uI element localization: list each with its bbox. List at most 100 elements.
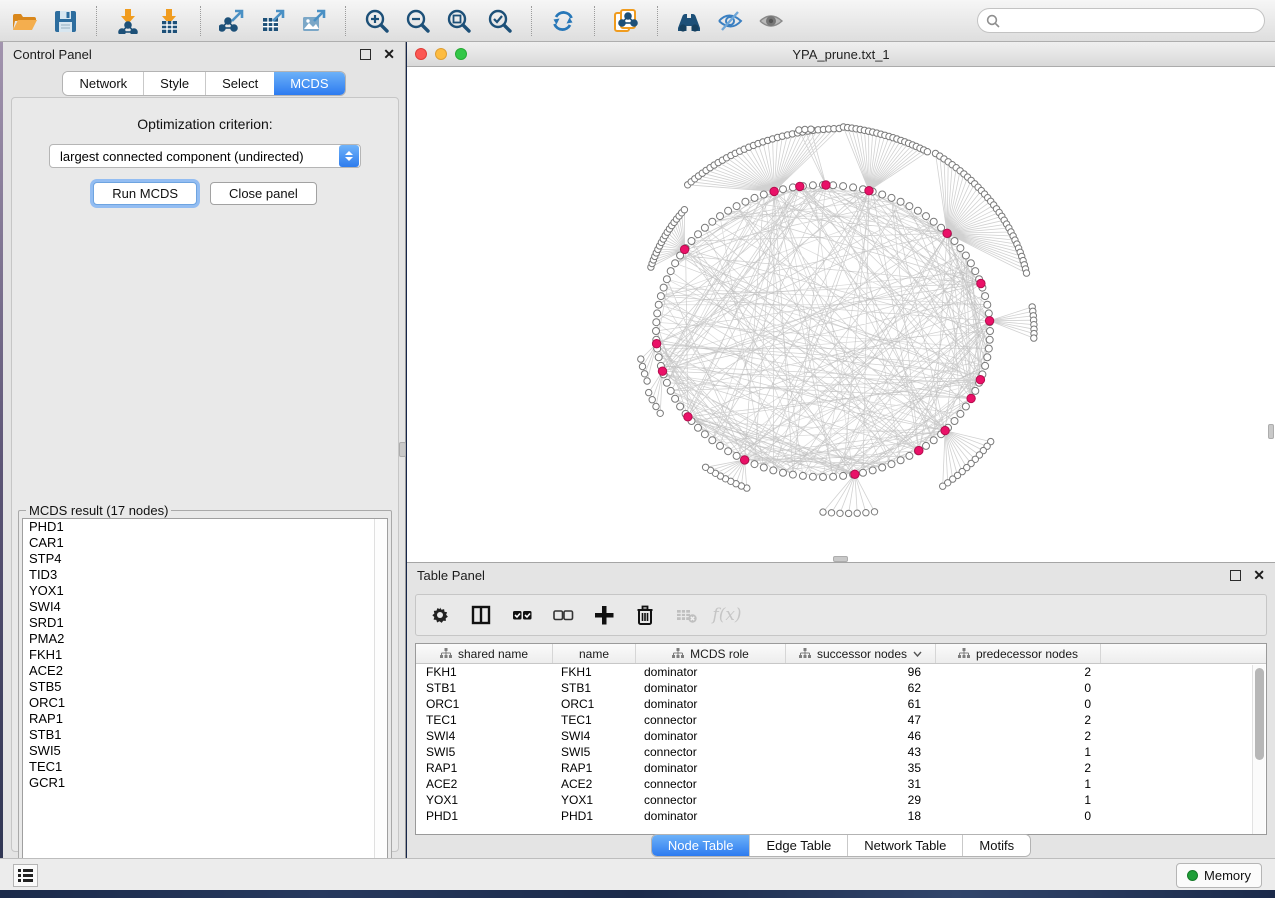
tab-network-table[interactable]: Network Table	[847, 835, 962, 856]
table-row[interactable]: ORC1ORC1dominator610	[416, 696, 1266, 712]
cell-shared_name: ACE2	[416, 776, 553, 792]
cell-filler	[1101, 664, 1266, 680]
mcds-result-item[interactable]: CAR1	[23, 535, 387, 551]
save-session-button[interactable]	[51, 6, 79, 36]
task-history-button[interactable]	[13, 864, 38, 887]
import-table-button[interactable]	[155, 6, 183, 36]
column-header-filler	[1101, 644, 1266, 663]
table-row[interactable]: ACE2ACE2connector311	[416, 776, 1266, 792]
search-box[interactable]	[977, 8, 1265, 33]
tab-edge-table[interactable]: Edge Table	[749, 835, 847, 856]
gear-button[interactable]	[428, 602, 452, 628]
table-row[interactable]: FKH1FKH1dominator962	[416, 664, 1266, 680]
close-panel-button[interactable]: Close panel	[210, 182, 317, 205]
mcds-result-item[interactable]: GCR1	[23, 775, 387, 791]
split-columns-button[interactable]	[469, 602, 493, 628]
mcds-result-item[interactable]: ORC1	[23, 695, 387, 711]
mcds-result-item[interactable]: STB5	[23, 679, 387, 695]
zoom-fit-icon	[446, 8, 472, 34]
control-panel: Control Panel ✕ NetworkStyleSelectMCDS O…	[3, 42, 406, 858]
tab-motifs[interactable]: Motifs	[962, 835, 1030, 856]
vertical-split-grip[interactable]	[399, 442, 406, 457]
delete-trash-button[interactable]	[633, 602, 657, 628]
mcds-result-item[interactable]: SWI5	[23, 743, 387, 759]
export-network-button[interactable]	[218, 6, 246, 36]
table-row[interactable]: STB1STB1dominator620	[416, 680, 1266, 696]
add-column-button[interactable]	[592, 602, 616, 628]
column-header-shared-name[interactable]: shared name	[416, 644, 553, 663]
show-graphics-details-button[interactable]	[757, 6, 785, 36]
tab-network[interactable]: Network	[63, 72, 143, 95]
zoom-selected-button[interactable]	[486, 6, 514, 36]
mcds-result-item[interactable]: RAP1	[23, 711, 387, 727]
import-network-button[interactable]	[114, 6, 142, 36]
search-binoculars-button[interactable]	[675, 6, 703, 36]
deselect-all-checks-button[interactable]	[551, 602, 575, 628]
float-panel-icon[interactable]	[360, 49, 371, 60]
mcds-result-item[interactable]: STP4	[23, 551, 387, 567]
cell-successor_nodes: 31	[786, 776, 936, 792]
right-split-grip[interactable]	[1268, 424, 1274, 439]
mcds-result-item[interactable]: STB1	[23, 727, 387, 743]
tab-select[interactable]: Select	[205, 72, 274, 95]
mcds-result-item[interactable]: TEC1	[23, 759, 387, 775]
mcds-result-item[interactable]: FKH1	[23, 647, 387, 663]
float-table-panel-icon[interactable]	[1230, 570, 1241, 581]
close-panel-icon[interactable]: ✕	[383, 49, 395, 60]
export-image-button[interactable]	[300, 6, 328, 36]
mcds-result-item[interactable]: PMA2	[23, 631, 387, 647]
mcds-result-item[interactable]: PHD1	[23, 519, 387, 535]
table-scrollbar-track[interactable]	[1252, 665, 1265, 834]
search-input[interactable]	[1005, 13, 1256, 28]
cell-successor_nodes: 47	[786, 712, 936, 728]
zoom-fit-button[interactable]	[445, 6, 473, 36]
cell-name: SWI5	[553, 744, 636, 760]
run-mcds-button[interactable]: Run MCDS	[93, 182, 197, 205]
refresh-layout-button[interactable]	[549, 6, 577, 36]
tab-style[interactable]: Style	[143, 72, 205, 95]
cell-filler	[1101, 712, 1266, 728]
cell-filler	[1101, 808, 1266, 824]
tab-mcds[interactable]: MCDS	[274, 72, 344, 95]
cell-successor_nodes: 61	[786, 696, 936, 712]
zoom-in-button[interactable]	[363, 6, 391, 36]
table-scrollbar-thumb[interactable]	[1255, 668, 1264, 760]
mcds-result-item[interactable]: TID3	[23, 567, 387, 583]
tab-node-table[interactable]: Node Table	[652, 835, 750, 856]
network-document-button[interactable]	[612, 6, 640, 36]
table-row[interactable]: SWI5SWI5connector431	[416, 744, 1266, 760]
memory-button[interactable]: Memory	[1176, 863, 1262, 888]
table-row[interactable]: YOX1YOX1connector291	[416, 792, 1266, 808]
dropdown-stepper-icon	[339, 145, 359, 167]
open-file-button[interactable]	[10, 6, 38, 36]
cell-name: ORC1	[553, 696, 636, 712]
table-row[interactable]: PHD1PHD1dominator180	[416, 808, 1266, 824]
hide-graphics-details-button[interactable]	[716, 6, 744, 36]
select-all-checks-button[interactable]	[510, 602, 534, 628]
close-table-panel-icon[interactable]: ✕	[1253, 570, 1265, 581]
table-row[interactable]: TEC1TEC1connector472	[416, 712, 1266, 728]
shared-column-icon	[672, 648, 684, 659]
table-row[interactable]: RAP1RAP1dominator352	[416, 760, 1266, 776]
column-header-successor-nodes[interactable]: successor nodes	[786, 644, 936, 663]
mcds-result-list[interactable]: PHD1CAR1STP4TID3YOX1SWI4SRD1PMA2FKH1ACE2…	[22, 518, 388, 870]
optimization-criterion-dropdown[interactable]: largest connected component (undirected)	[49, 144, 361, 168]
status-bar: Memory	[0, 858, 1275, 890]
table-panel: Table Panel ✕ f(x) shared namename MCDS …	[407, 562, 1275, 858]
column-header-predecessor-nodes[interactable]: predecessor nodes	[936, 644, 1101, 663]
horizontal-split-grip[interactable]	[833, 556, 848, 562]
export-table-icon	[260, 8, 286, 34]
mcds-result-item[interactable]: ACE2	[23, 663, 387, 679]
column-header-name[interactable]: name	[553, 644, 636, 663]
network-canvas[interactable]	[407, 67, 1275, 562]
zoom-out-button[interactable]	[404, 6, 432, 36]
mcds-list-scrollbar[interactable]	[374, 519, 387, 869]
table-row[interactable]: SWI4SWI4dominator462	[416, 728, 1266, 744]
export-table-button[interactable]	[259, 6, 287, 36]
network-graph[interactable]	[407, 67, 1275, 562]
cell-predecessor_nodes: 0	[936, 680, 1101, 696]
mcds-result-item[interactable]: SRD1	[23, 615, 387, 631]
mcds-result-item[interactable]: YOX1	[23, 583, 387, 599]
column-header-MCDS-role[interactable]: MCDS role	[636, 644, 786, 663]
mcds-result-item[interactable]: SWI4	[23, 599, 387, 615]
